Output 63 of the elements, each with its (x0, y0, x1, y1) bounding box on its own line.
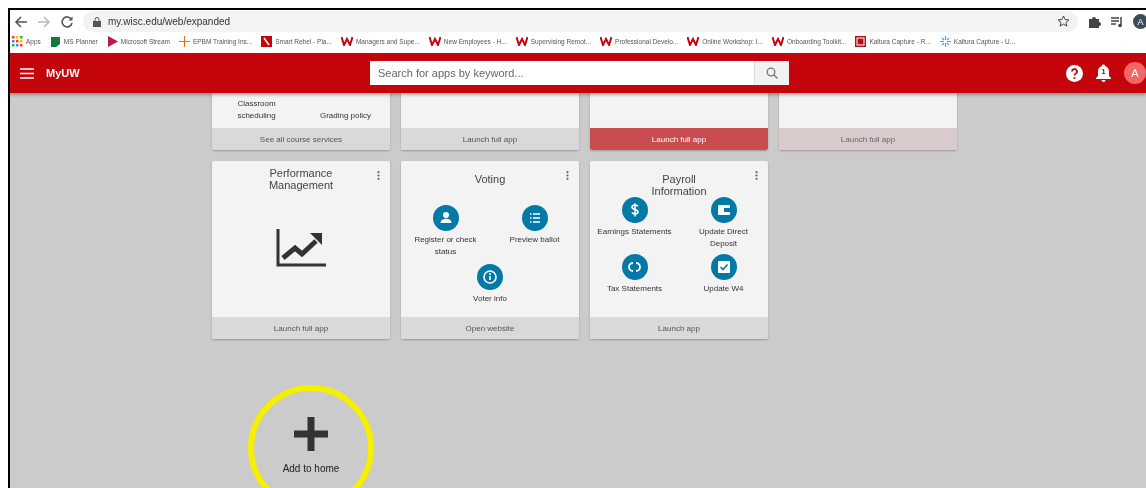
logo-icon (600, 36, 613, 46)
address-bar[interactable]: my.wisc.edu/web/expanded (83, 11, 1078, 32)
tile-label[interactable]: Preview ballot (509, 234, 560, 246)
grid-icon (12, 35, 23, 47)
tile-label[interactable]: Update W4 (703, 283, 744, 295)
logo-icon (687, 36, 700, 46)
profile-avatar[interactable]: A (1133, 14, 1146, 29)
tile-label[interactable]: Grading policy (319, 110, 372, 122)
search-button[interactable] (754, 61, 789, 85)
tile-label[interactable]: Update Direct Deposit (684, 226, 763, 250)
wallet-icon[interactable] (710, 197, 737, 223)
tile-label[interactable]: Register or check status (406, 234, 485, 258)
puzzle-icon[interactable] (1087, 14, 1101, 29)
dollar-icon[interactable] (621, 197, 648, 223)
logo-icon (771, 36, 784, 46)
info-icon[interactable] (477, 264, 503, 290)
tile-label[interactable]: Tax Statements (606, 283, 663, 295)
card-footer-link[interactable]: Open website (401, 317, 579, 339)
card-footer-link[interactable]: Launch app (590, 317, 768, 339)
logo-icon (855, 35, 867, 47)
lock-icon (93, 16, 101, 27)
more-options-icon[interactable] (566, 171, 569, 180)
menu-icon[interactable] (20, 67, 34, 79)
bell-icon (1095, 64, 1112, 82)
logo-icon (428, 36, 441, 46)
help-icon[interactable] (1066, 64, 1083, 82)
more-options-icon[interactable] (377, 171, 380, 180)
card-title: Performance Management (267, 167, 335, 191)
cycle-icon[interactable] (621, 254, 648, 280)
card-footer-link[interactable]: Launch full app (401, 128, 579, 150)
crosshair-icon (178, 35, 190, 47)
star-icon[interactable] (1057, 15, 1070, 28)
card-footer-link[interactable]: See all course services (212, 128, 390, 150)
person-icon[interactable] (432, 205, 459, 231)
card-footer-link[interactable]: Launch full app (779, 128, 957, 150)
planner-icon (49, 35, 61, 47)
plus-icon (294, 416, 328, 451)
more-options-icon[interactable] (755, 171, 758, 180)
url-text: my.wisc.edu/web/expanded (108, 16, 232, 27)
add-to-home-button[interactable]: Add to home (278, 412, 344, 478)
play-icon (106, 35, 118, 47)
list-icon[interactable] (521, 205, 548, 231)
tile-label[interactable]: Earnings Statements (597, 226, 672, 238)
search-field[interactable]: Search for apps by keyword... (370, 61, 754, 85)
app-title[interactable]: MyUW (46, 67, 80, 79)
notification-button[interactable]: 1 (1095, 64, 1112, 82)
card-title: Voting (473, 172, 507, 185)
logo-icon (515, 36, 528, 46)
logo-icon (261, 35, 273, 47)
reload-icon[interactable] (60, 14, 74, 29)
tile-label[interactable]: Voter info (473, 293, 507, 305)
card-footer-link[interactable]: Launch full app (212, 317, 390, 339)
back-icon[interactable] (14, 14, 28, 29)
card-title: Payroll Information (650, 172, 708, 197)
search-icon (766, 67, 778, 79)
playlist-icon[interactable] (1110, 14, 1124, 29)
trending-chart-icon (276, 229, 326, 267)
checkbox-icon[interactable] (710, 254, 737, 280)
sparkle-icon (939, 35, 951, 47)
notification-count: 1 (1100, 67, 1107, 76)
card-footer-link[interactable]: Launch full app (590, 128, 768, 150)
logo-icon (340, 36, 353, 46)
tile-label[interactable]: Classroom scheduling (221, 98, 292, 122)
